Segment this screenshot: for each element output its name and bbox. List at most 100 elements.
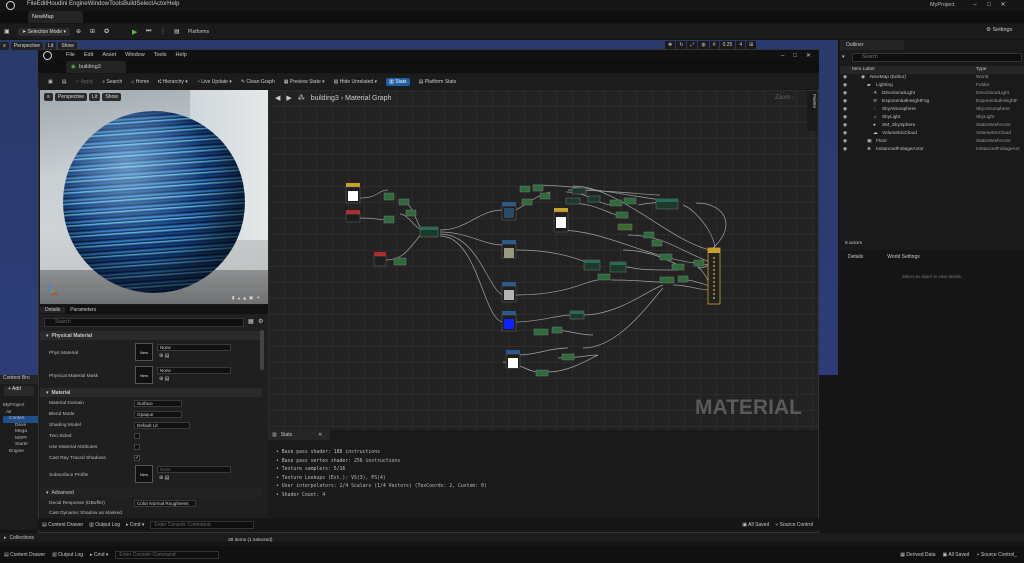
outliner-row[interactable]: ◉ ● SM_SkySphere StaticMeshActor bbox=[840, 123, 1024, 131]
collections-bar[interactable]: ▸ Collections bbox=[0, 533, 1024, 542]
details-settings-icon[interactable]: ⚙ bbox=[258, 318, 263, 325]
expand-icon[interactable]: ▸ bbox=[4, 535, 7, 541]
subsurface-profile-dropdown[interactable]: None bbox=[157, 466, 231, 473]
unreal-logo-icon[interactable] bbox=[6, 1, 15, 10]
preview-lit-button[interactable]: Lit bbox=[89, 93, 101, 101]
menu-file[interactable]: File bbox=[27, 1, 37, 7]
world-icon[interactable]: ◍ bbox=[698, 41, 709, 49]
material-domain-dropdown[interactable]: Surface bbox=[134, 400, 182, 407]
camera-speed[interactable]: 4 bbox=[736, 41, 746, 49]
asset-picker-icons[interactable]: ⊕ ▤ bbox=[159, 376, 169, 382]
add-button[interactable]: + Add bbox=[4, 386, 34, 396]
grid-snap-icon[interactable]: # bbox=[709, 41, 719, 49]
close-icon[interactable]: ✕ bbox=[318, 432, 322, 438]
cmd-dropdown[interactable]: ▸ Cmd ▾ bbox=[126, 522, 144, 528]
outliner-tab[interactable]: Outliner bbox=[840, 40, 904, 50]
selection-mode-dropdown[interactable]: ➤ Selection Mode ▾ bbox=[18, 27, 70, 36]
section-material[interactable]: ▾ Material bbox=[40, 388, 262, 397]
home-button[interactable]: ⌂ Home bbox=[131, 79, 149, 85]
me-menu-edit[interactable]: Edit bbox=[84, 52, 93, 58]
me-menu-asset[interactable]: Asset bbox=[102, 52, 116, 58]
teapot-icon[interactable]: ✦ bbox=[256, 295, 260, 301]
tab-details[interactable]: Details bbox=[40, 306, 66, 313]
tree-item[interactable]: Engine bbox=[3, 449, 40, 456]
add-content-icon[interactable]: ⊕ bbox=[76, 28, 86, 36]
play-icon[interactable]: ▶ bbox=[132, 28, 142, 36]
preview-state-button[interactable]: ▦ Preview State ▾ bbox=[284, 79, 325, 85]
live-update-button[interactable]: ◔ Live Update ▾ bbox=[197, 79, 232, 85]
outliner-row[interactable]: ◉ ❀ InstancedFoliageActor InstancedFoliageA… bbox=[840, 147, 1024, 155]
preview-show-button[interactable]: Show bbox=[102, 93, 121, 101]
unreal-logo-icon[interactable] bbox=[43, 51, 52, 60]
details-search-input[interactable]: Search bbox=[44, 318, 244, 327]
menu-tools[interactable]: Tools bbox=[109, 1, 123, 7]
column-type[interactable]: Type bbox=[976, 67, 986, 72]
menu-houdini-engine[interactable]: Houdini Engine bbox=[47, 1, 88, 7]
details-view-options-icon[interactable]: ▦ bbox=[248, 318, 254, 325]
stats-tab[interactable]: ▥ Stats ✕ bbox=[268, 430, 330, 440]
menu-help[interactable]: Help bbox=[167, 1, 179, 7]
settings-button[interactable]: ⚙ Settings bbox=[986, 27, 1012, 33]
all-saved-button[interactable]: ▣ All Saved bbox=[943, 552, 970, 558]
cast-ray-traced-shadows-checkbox[interactable]: ✓ bbox=[134, 455, 140, 461]
blend-mode-dropdown[interactable]: Opaque bbox=[134, 411, 182, 418]
shading-model-dropdown[interactable]: Default Lit bbox=[134, 422, 190, 429]
scale-icon[interactable]: ⤢ bbox=[687, 41, 698, 49]
tab-world-settings[interactable]: World Settings bbox=[887, 254, 919, 260]
outliner-row[interactable]: ◉ ▰ Lighting Folder bbox=[840, 83, 1024, 91]
visibility-icon[interactable]: ◉ bbox=[843, 147, 847, 152]
menu-build[interactable]: Build bbox=[123, 1, 136, 7]
source-control-button[interactable]: ⑂ Source Control_ bbox=[976, 552, 1017, 558]
preview-perspective-button[interactable]: Perspective bbox=[54, 93, 88, 101]
phys-material-mask-dropdown[interactable]: None bbox=[157, 367, 231, 374]
output-log-button[interactable]: ▥ Output Log bbox=[52, 552, 83, 558]
console-command-input[interactable]: Enter Console Command bbox=[115, 550, 220, 559]
minimize-icon[interactable]: – bbox=[968, 2, 982, 8]
menu-actor[interactable]: Actor bbox=[153, 1, 167, 7]
me-menu-file[interactable]: File bbox=[66, 52, 75, 58]
browse-icon[interactable]: ▤ bbox=[62, 79, 67, 85]
menu-window[interactable]: Window bbox=[88, 1, 109, 7]
grid-size[interactable]: 0.25 bbox=[719, 41, 736, 49]
viewport-menu-icon[interactable]: ≡ bbox=[0, 42, 9, 50]
subsurface-profile-thumb[interactable]: New bbox=[135, 465, 153, 483]
outliner-row[interactable]: ◉ ◌ SkyAtmosphere SkyAtmosphere bbox=[840, 107, 1024, 115]
me-menu-tools[interactable]: Tools bbox=[154, 52, 167, 58]
source-control-button[interactable]: ⑂ Source Control bbox=[775, 522, 813, 528]
phys-material-thumb[interactable]: New bbox=[135, 343, 153, 361]
visibility-icon[interactable]: ◉ bbox=[843, 99, 847, 104]
save-icon[interactable]: ▣ bbox=[4, 28, 14, 36]
two-sided-checkbox[interactable] bbox=[134, 433, 140, 439]
step-icon[interactable]: ⏭ bbox=[146, 28, 156, 36]
use-material-attributes-checkbox[interactable] bbox=[134, 444, 140, 450]
close-icon[interactable]: ✕ bbox=[806, 52, 811, 59]
visibility-icon[interactable]: ◉ bbox=[843, 107, 847, 112]
material-node-network[interactable] bbox=[268, 90, 818, 430]
menu-edit[interactable]: Edit bbox=[37, 1, 47, 7]
me-menu-help[interactable]: Help bbox=[176, 52, 187, 58]
menu-select[interactable]: Select bbox=[136, 1, 153, 7]
minimize-icon[interactable]: – bbox=[781, 53, 784, 59]
maximize-icon[interactable]: □ bbox=[793, 53, 797, 59]
maximize-icon[interactable]: □ bbox=[982, 2, 996, 8]
cinematics-icon[interactable]: ✪ bbox=[104, 28, 114, 36]
console-command-input[interactable]: Enter Console Command bbox=[150, 520, 255, 529]
translate-icon[interactable]: ✥ bbox=[665, 41, 676, 49]
clean-graph-button[interactable]: ✎ Clean Graph bbox=[241, 79, 275, 85]
sphere-icon[interactable]: ● bbox=[237, 296, 240, 301]
visibility-icon[interactable]: ◉ bbox=[843, 131, 847, 136]
stop-icon[interactable]: ⋮ bbox=[160, 28, 170, 36]
me-menu-window[interactable]: Window bbox=[125, 52, 145, 58]
content-browser-tab[interactable]: Content Bro bbox=[0, 375, 40, 384]
material-asset-tab[interactable]: ◉ building3 bbox=[66, 61, 126, 73]
outliner-row[interactable]: ◉ ≋ ExponentialHeightFog ExponentialHeightF bbox=[840, 99, 1024, 107]
preview-menu-icon[interactable]: ≡ bbox=[44, 93, 53, 101]
close-icon[interactable]: ✕ bbox=[996, 1, 1010, 8]
section-advanced[interactable]: ▾ Advanced bbox=[40, 488, 262, 497]
viewport-layout-icon[interactable]: ⊞ bbox=[746, 41, 757, 49]
content-drawer-button[interactable]: ▤ Content Drawer bbox=[4, 552, 45, 558]
hide-unrelated-button[interactable]: ▧ Hide Unrelated ▾ bbox=[334, 79, 377, 85]
content-drawer-button[interactable]: ▤ Content Drawer bbox=[42, 522, 83, 528]
level-tab[interactable]: NewMap bbox=[28, 11, 83, 23]
hierarchy-button[interactable]: ⑆ Hierarchy ▾ bbox=[158, 79, 188, 85]
